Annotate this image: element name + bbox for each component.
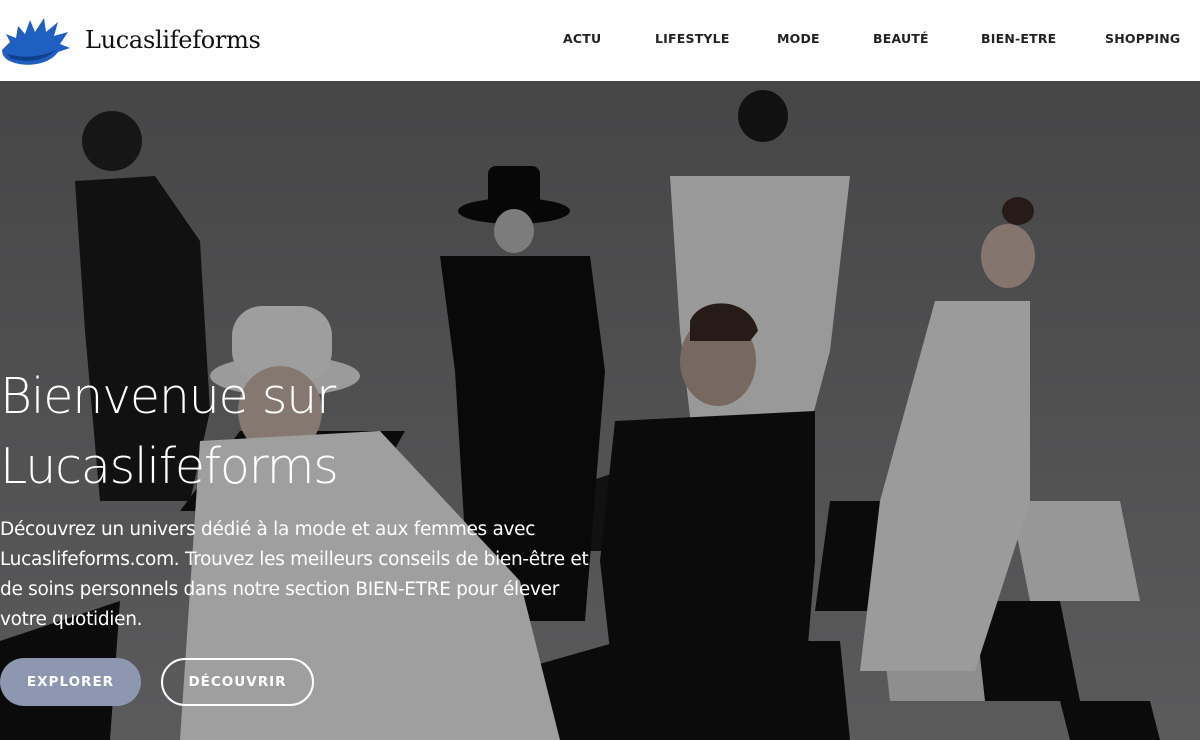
main-nav: ACTU LIFESTYLE MODE BEAUTÉ BIEN-ETRE SHO… [0,0,1200,81]
hero-section: Bienvenue sur Lucaslifeforms Découvrez u… [0,81,1200,740]
hero-title: Bienvenue sur Lucaslifeforms [0,362,620,502]
nav-item-lifestyle[interactable]: LIFESTYLE [655,31,730,46]
hero-title-line1: Bienvenue sur [0,368,336,425]
nav-item-mode[interactable]: MODE [777,31,820,46]
hero-description: Découvrez un univers dédié à la mode et … [0,519,589,630]
explore-button[interactable]: EXPLORER [0,658,141,706]
nav-item-shopping[interactable]: SHOPPING [1105,31,1180,46]
hero-title-line2: Lucaslifeforms [0,438,339,495]
nav-item-beaute[interactable]: BEAUTÉ [873,31,929,46]
discover-button[interactable]: DÉCOUVRIR [161,658,314,706]
nav-item-actu[interactable]: ACTU [563,31,601,46]
site-header: Lucaslifeforms ACTU LIFESTYLE MODE BEAUT… [0,0,1200,81]
nav-item-bien-etre[interactable]: BIEN-ETRE [981,31,1056,46]
